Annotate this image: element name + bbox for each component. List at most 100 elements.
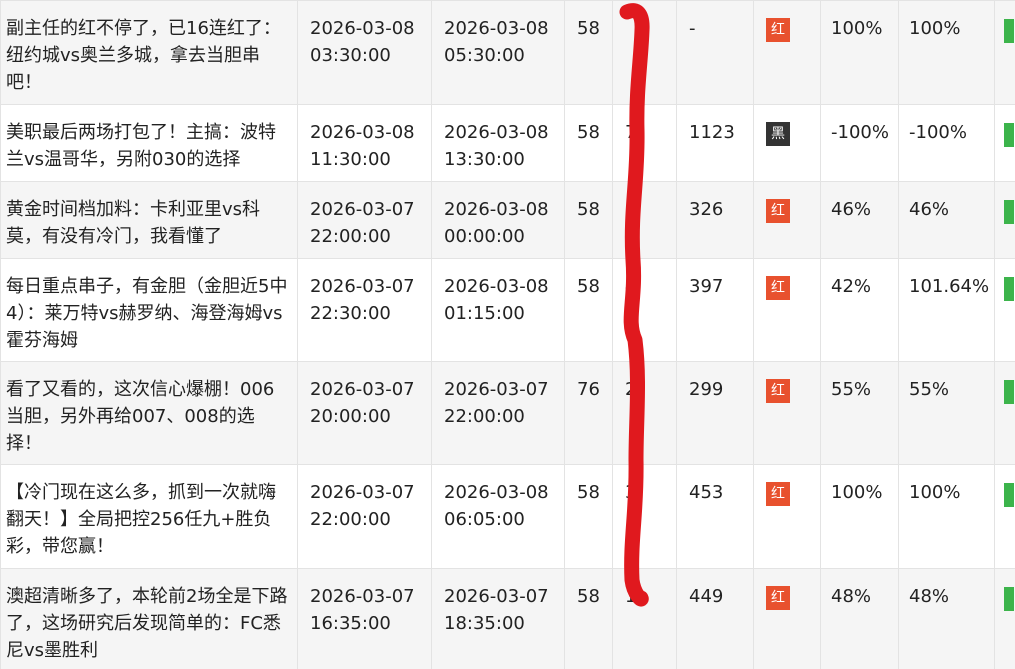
return-rate-value: 100% [909, 18, 961, 39]
plan-title-cell[interactable]: 黄金时间档加料：卡利亚里vs科莫，有没有冷门，我看懂了 [0, 181, 298, 259]
sold-count-value: 1 [625, 586, 637, 607]
return-rate-value: 48% [909, 586, 950, 607]
return-rate-cell: 100% [898, 464, 995, 569]
status-cell[interactable] [994, 258, 1015, 362]
status-indicator[interactable] [1004, 200, 1014, 224]
return-rate-value: 55% [909, 379, 950, 400]
status-cell[interactable] [994, 0, 1015, 105]
hit-rate-value: 100% [831, 482, 883, 503]
start-time-cell: 2026-03-07 16:35:00 [297, 568, 432, 669]
plan-title-cell[interactable]: 每日重点串子，有金胆（金胆近5中4）：莱万特vs赫罗纳、海登海姆vs霍芬海姆 [0, 258, 298, 362]
plan-title-cell[interactable]: 【冷门现在这么多，抓到一次就嗨翻天！】全局把控256任九+胜负彩，带您赢！ [0, 464, 298, 569]
return-rate-cell: 100% [898, 0, 995, 105]
end-date: 2026-03-08 [444, 276, 549, 297]
end-clock: 22:00:00 [444, 406, 525, 427]
views-value: 1123 [689, 122, 735, 143]
views-value: 449 [689, 586, 724, 607]
status-indicator[interactable] [1004, 19, 1014, 43]
start-clock: 22:00:00 [310, 509, 391, 530]
sold-count-value: 7 [625, 122, 637, 143]
price-value: 76 [577, 379, 600, 400]
start-time-cell: 2026-03-07 20:00:00 [297, 361, 432, 465]
views-value: 453 [689, 482, 724, 503]
table-row[interactable]: 澳超清晰多了，本轮前2场全是下路了，这场研究后发现简单的：FC悉尼vs墨胜利 20… [0, 568, 1015, 669]
end-time-cell: 2026-03-07 18:35:00 [431, 568, 565, 669]
price-cell: 58 [564, 258, 613, 362]
return-rate-value: 46% [909, 199, 950, 220]
end-clock: 13:30:00 [444, 149, 525, 170]
hit-rate-cell: 100% [820, 0, 899, 105]
price-cell: 76 [564, 361, 613, 465]
table-row[interactable]: 副主任的红不停了，已16连红了：纽约城vs奥兰多城，拿去当胆串吧！ 2026-03… [0, 0, 1015, 105]
return-rate-cell: 101.64% [898, 258, 995, 362]
status-cell[interactable] [994, 181, 1015, 259]
result-badge: 红 [766, 276, 790, 300]
result-cell: 黑 [753, 104, 821, 182]
start-clock: 16:35:00 [310, 613, 391, 634]
return-rate-cell: 55% [898, 361, 995, 465]
table-row[interactable]: 美职最后两场打包了！主搞：波特兰vs温哥华，另附030的选择 2026-03-08… [0, 104, 1015, 182]
hit-rate-value: 46% [831, 199, 872, 220]
start-time-cell: 2026-03-07 22:00:00 [297, 181, 432, 259]
status-indicator[interactable] [1004, 483, 1014, 507]
sold-count-cell: 5 [612, 181, 677, 259]
start-date: 2026-03-08 [310, 122, 415, 143]
plan-title-link[interactable]: 美职最后两场打包了！主搞：波特兰vs温哥华，另附030的选择 [6, 122, 276, 170]
status-cell[interactable] [994, 361, 1015, 465]
plan-title-link[interactable]: 每日重点串子，有金胆（金胆近5中4）：莱万特vs赫罗纳、海登海姆vs霍芬海姆 [6, 276, 287, 351]
start-date: 2026-03-07 [310, 379, 415, 400]
sold-count-value: 4 [625, 276, 637, 297]
plan-title-cell[interactable]: 看了又看的，这次信心爆棚！006当胆，另外再给007、008的选择！ [0, 361, 298, 465]
views-cell: 453 [676, 464, 754, 569]
price-cell: 58 [564, 464, 613, 569]
views-cell: - [676, 0, 754, 105]
sold-count-cell: 1 [612, 568, 677, 669]
sold-count-cell: 7 [612, 104, 677, 182]
status-cell[interactable] [994, 104, 1015, 182]
plan-title-cell[interactable]: 澳超清晰多了，本轮前2场全是下路了，这场研究后发现简单的：FC悉尼vs墨胜利 [0, 568, 298, 669]
sold-count-value: 5 [625, 199, 637, 220]
table-row[interactable]: 看了又看的，这次信心爆棚！006当胆，另外再给007、008的选择！ 2026-0… [0, 361, 1015, 465]
result-badge: 黑 [766, 122, 790, 146]
plan-title-link[interactable]: 黄金时间档加料：卡利亚里vs科莫，有没有冷门，我看懂了 [6, 199, 260, 247]
end-time-cell: 2026-03-08 01:15:00 [431, 258, 565, 362]
price-cell: 58 [564, 104, 613, 182]
status-indicator[interactable] [1004, 587, 1014, 611]
result-cell: 红 [753, 0, 821, 105]
start-date: 2026-03-08 [310, 18, 415, 39]
views-cell: 326 [676, 181, 754, 259]
status-indicator[interactable] [1004, 380, 1014, 404]
start-time-cell: 2026-03-07 22:00:00 [297, 464, 432, 569]
return-rate-value: 101.64% [909, 276, 990, 297]
status-cell[interactable] [994, 464, 1015, 569]
table-row[interactable]: 【冷门现在这么多，抓到一次就嗨翻天！】全局把控256任九+胜负彩，带您赢！ 202… [0, 464, 1015, 569]
plan-title-link[interactable]: 【冷门现在这么多，抓到一次就嗨翻天！】全局把控256任九+胜负彩，带您赢！ [6, 482, 276, 557]
sold-count-cell [612, 0, 677, 105]
price-cell: 58 [564, 0, 613, 105]
result-badge: 红 [766, 18, 790, 42]
end-time-cell: 2026-03-08 05:30:00 [431, 0, 565, 105]
plan-title-cell[interactable]: 美职最后两场打包了！主搞：波特兰vs温哥华，另附030的选择 [0, 104, 298, 182]
end-time-cell: 2026-03-08 06:05:00 [431, 464, 565, 569]
plan-title-cell[interactable]: 副主任的红不停了，已16连红了：纽约城vs奥兰多城，拿去当胆串吧！ [0, 0, 298, 105]
end-clock: 06:05:00 [444, 509, 525, 530]
plan-title-link[interactable]: 看了又看的，这次信心爆棚！006当胆，另外再给007、008的选择！ [6, 379, 274, 454]
table-row[interactable]: 黄金时间档加料：卡利亚里vs科莫，有没有冷门，我看懂了 2026-03-07 22:… [0, 181, 1015, 259]
status-indicator[interactable] [1004, 277, 1014, 301]
end-date: 2026-03-08 [444, 482, 549, 503]
plan-title-link[interactable]: 澳超清晰多了，本轮前2场全是下路了，这场研究后发现简单的：FC悉尼vs墨胜利 [6, 586, 287, 661]
price-value: 58 [577, 199, 600, 220]
hit-rate-cell: 100% [820, 464, 899, 569]
table-row[interactable]: 每日重点串子，有金胆（金胆近5中4）：莱万特vs赫罗纳、海登海姆vs霍芬海姆 20… [0, 258, 1015, 362]
start-time-cell: 2026-03-08 11:30:00 [297, 104, 432, 182]
views-value: 299 [689, 379, 724, 400]
status-cell[interactable] [994, 568, 1015, 669]
result-badge: 红 [766, 199, 790, 223]
start-clock: 11:30:00 [310, 149, 391, 170]
hit-rate-value: 100% [831, 18, 883, 39]
plan-title-link[interactable]: 副主任的红不停了，已16连红了：纽约城vs奥兰多城，拿去当胆串吧！ [6, 18, 281, 93]
hit-rate-cell: 42% [820, 258, 899, 362]
status-indicator[interactable] [1004, 123, 1014, 147]
end-time-cell: 2026-03-08 13:30:00 [431, 104, 565, 182]
price-value: 58 [577, 276, 600, 297]
